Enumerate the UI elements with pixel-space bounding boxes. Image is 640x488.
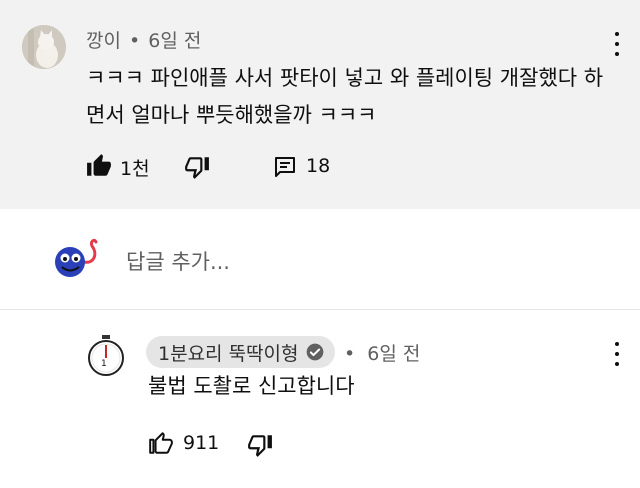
more-vert-icon[interactable]: [605, 30, 629, 58]
add-reply-input[interactable]: 답글 추가...: [126, 246, 230, 276]
blue-monster-avatar-icon: [55, 238, 98, 277]
comment-icon: [275, 157, 295, 177]
channel-avatar[interactable]: 1: [85, 334, 127, 378]
meta-separator: •: [344, 343, 356, 365]
divider: [0, 309, 640, 310]
reply-like-button[interactable]: [148, 430, 174, 456]
verified-check-icon: [306, 343, 323, 361]
cat-photo-icon: [22, 25, 66, 69]
reply-meta: • 6일 전: [344, 339, 420, 366]
reply-like-count: 911: [183, 432, 220, 454]
like-button[interactable]: [86, 153, 112, 179]
stopwatch-icon: 1: [88, 335, 124, 376]
reply-count-button[interactable]: [273, 155, 297, 179]
avatar[interactable]: [22, 25, 66, 69]
comment-time: 6일 전: [148, 30, 202, 52]
comment-thread-top: 깡이 • 6일 전 ㅋㅋㅋ 파인애플 사서 팟타이 넣고 와 플레이팅 개잘했다…: [0, 0, 640, 209]
like-count: 1천: [120, 158, 150, 180]
reply-dislike-button[interactable]: [247, 432, 273, 458]
reply-author: 1분요리 뚝딱이형: [158, 342, 299, 365]
comment-author[interactable]: 깡이: [86, 30, 121, 52]
user-avatar[interactable]: [50, 234, 108, 284]
thumb-up-icon: [87, 154, 111, 176]
reply-time: 6일 전: [367, 343, 421, 365]
thumb-down-icon: [185, 157, 209, 179]
more-vert-icon[interactable]: [605, 340, 629, 368]
meta-separator: •: [129, 30, 141, 52]
author-badge[interactable]: 1분요리 뚝딱이형: [146, 336, 335, 368]
svg-text:1: 1: [101, 359, 107, 369]
thumb-up-outline-icon: [149, 432, 173, 454]
comment-text: ㅋㅋㅋ 파인애플 사서 팟타이 넣고 와 플레이팅 개잘했다 하면서 얼마나 뿌…: [86, 66, 604, 127]
dislike-button[interactable]: [184, 154, 210, 180]
comment-meta: 깡이 • 6일 전: [86, 26, 201, 53]
reply-text: 불법 도촬로 신고합니다: [148, 374, 355, 398]
thumb-down-icon: [248, 435, 272, 457]
reply-count: 18: [306, 155, 331, 177]
